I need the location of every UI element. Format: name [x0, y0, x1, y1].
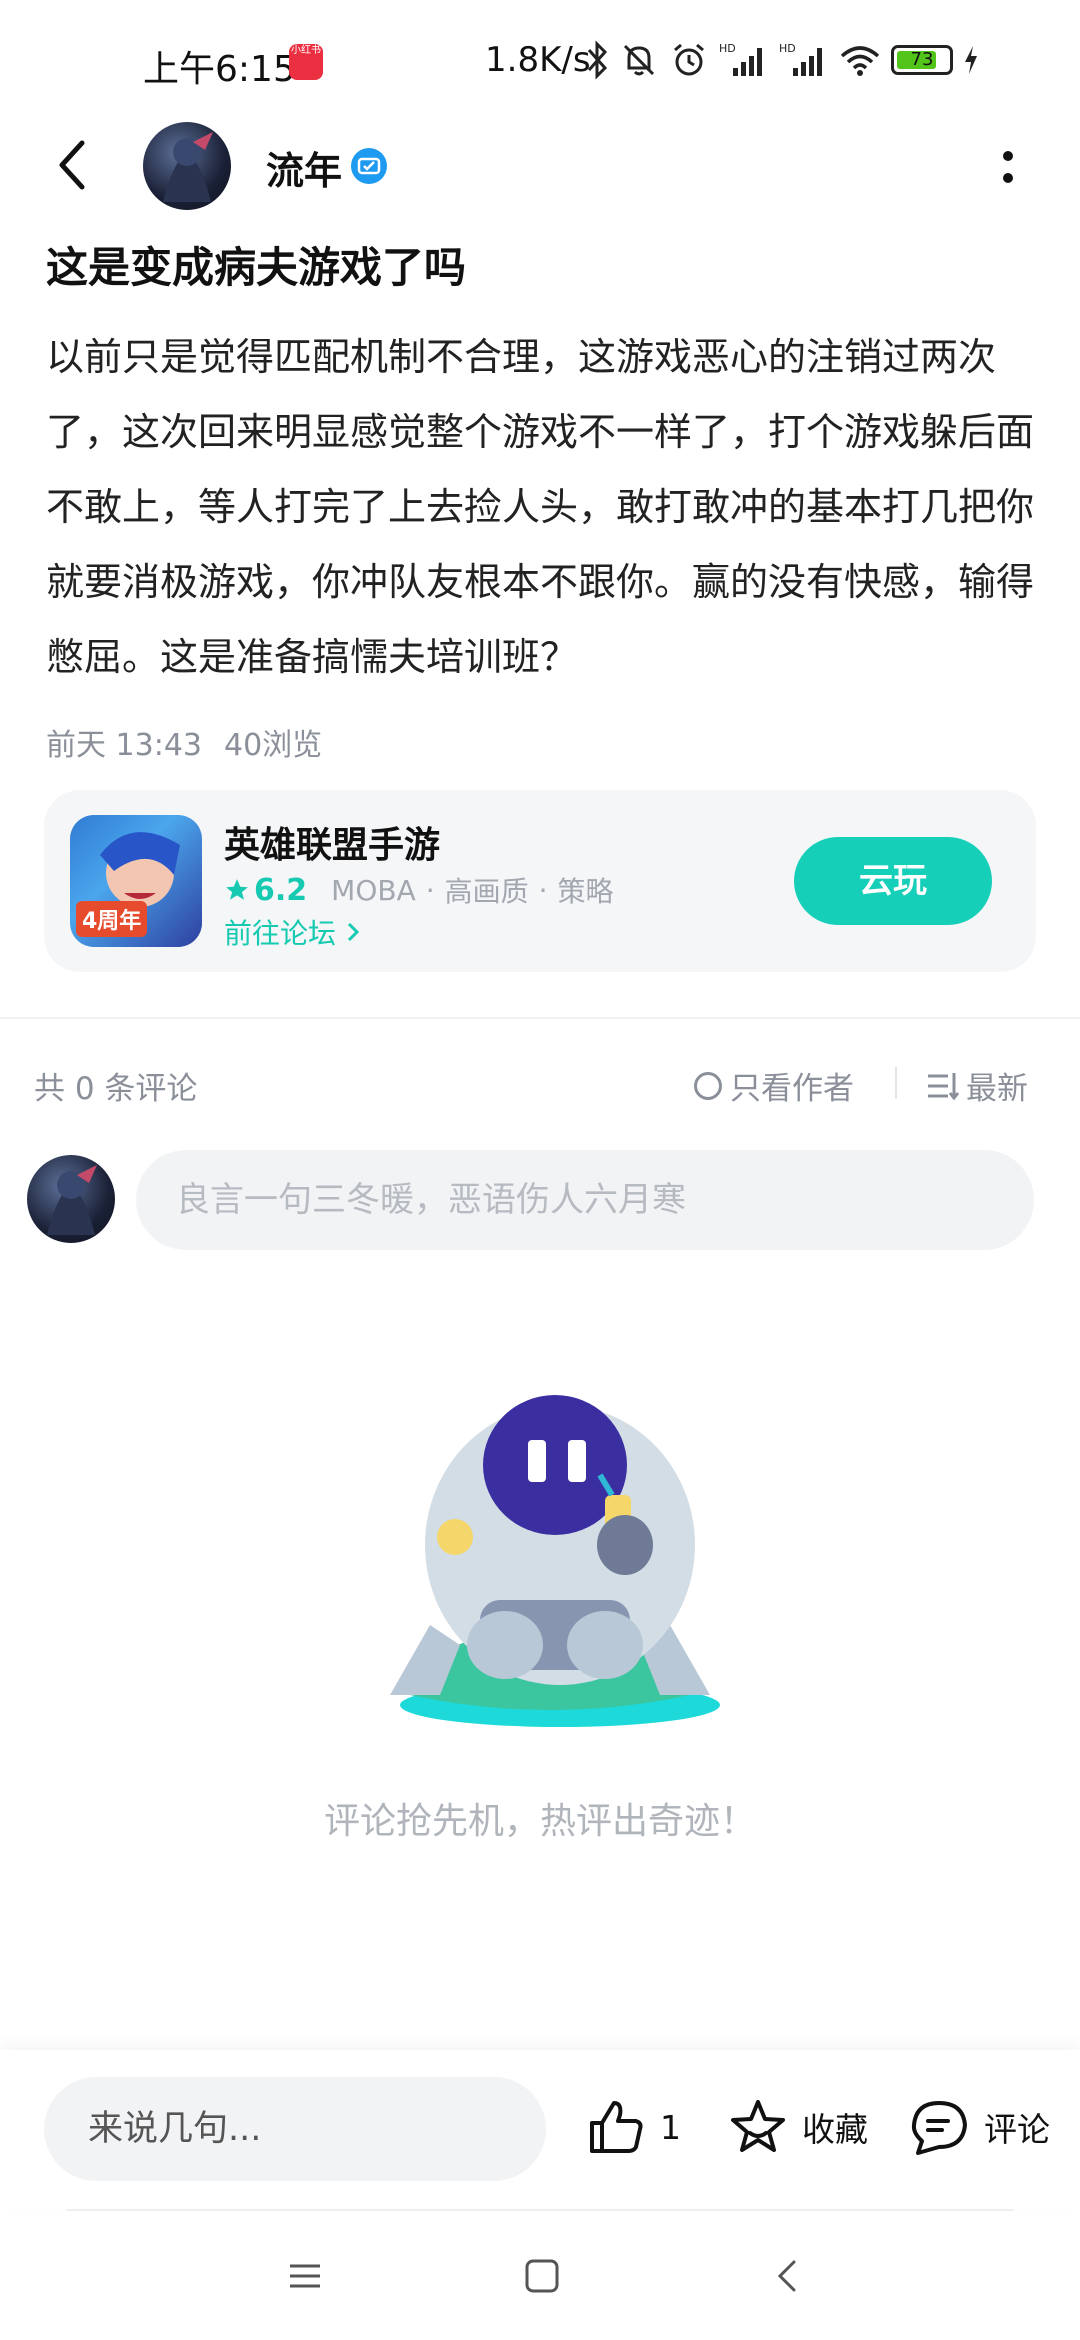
svg-text:HD: HD — [779, 42, 796, 55]
battery-icon: 73 — [891, 45, 953, 75]
system-back-icon[interactable] — [770, 2258, 806, 2294]
post-meta: 前天 13:43 40浏览 — [46, 720, 344, 764]
forum-link-label: 前往论坛 — [224, 917, 337, 950]
battery-level: 73 — [910, 49, 934, 70]
post-title: 这是变成病夫游戏了吗 — [46, 243, 467, 292]
bluetooth-icon — [587, 40, 608, 80]
tag-separator: · — [538, 873, 548, 907]
game-info: 6.2 MOBA · 高画质 · 策略 — [224, 870, 614, 910]
star-icon — [226, 879, 248, 900]
game-rating: 6.2 — [254, 872, 308, 908]
signal-hd-icon-2: HD — [779, 42, 822, 76]
mute-bell-icon — [623, 44, 655, 76]
game-anniversary-badge: 4周年 — [76, 901, 148, 937]
forum-link[interactable]: 前往论坛 — [224, 912, 361, 952]
post-views: 40浏览 — [224, 728, 323, 763]
charging-icon — [965, 46, 977, 74]
favorite-button[interactable]: 收藏 — [728, 2095, 868, 2159]
sort-button[interactable]: 最新 — [926, 1063, 1028, 1108]
empty-comments-text: 评论抢先机，热评出奇迹！ — [323, 1801, 756, 1842]
star-outline-icon — [731, 2100, 785, 2152]
network-speed: 1.8K/s — [485, 40, 591, 80]
signal-hd-icon: HD — [719, 42, 762, 76]
status-bar: 上午6:15 小红书 1.8K/s HD HD 73 — [0, 0, 1080, 125]
svg-text:HD: HD — [719, 42, 736, 55]
status-time: 上午6:15 — [143, 49, 296, 90]
comment-button[interactable]: 评论 — [908, 2095, 1050, 2159]
author-avatar[interactable] — [143, 122, 231, 210]
author-name[interactable]: 流年 — [266, 140, 342, 195]
favorite-label: 收藏 — [802, 2110, 868, 2149]
sort-icon — [928, 1072, 960, 1100]
verified-badge-icon — [351, 148, 387, 184]
alarm-icon — [674, 43, 704, 76]
post-body: 以前只是觉得匹配机制不合理，这游戏恶心的注销过两次了，这次回来明显感觉整个游戏不… — [46, 335, 1035, 679]
comment-bubble-icon — [911, 2101, 967, 2155]
game-card[interactable]: 4周年 英雄联盟手游 6.2 MOBA · 高画质 · 策略 前往论坛 云玩 — [44, 790, 1036, 972]
like-count: 1 — [660, 2107, 681, 2147]
cloud-play-button[interactable]: 云玩 — [794, 837, 992, 925]
home-icon[interactable] — [524, 2258, 560, 2294]
game-name[interactable]: 英雄联盟手游 — [224, 816, 440, 868]
thumbs-up-icon — [590, 2101, 643, 2153]
chevron-right-icon — [347, 922, 360, 942]
only-author-label: 只看作者 — [730, 1071, 854, 1107]
wifi-icon — [840, 46, 880, 76]
post-date: 前天 13:43 — [46, 728, 202, 763]
comment-input[interactable]: 良言一句三冬暖，恶语伤人六月寒 — [136, 1150, 1034, 1250]
more-options-icon[interactable] — [995, 148, 1021, 188]
xiaohongshu-app-icon: 小红书 — [289, 44, 323, 80]
game-tag: MOBA — [331, 873, 416, 907]
sort-label: 最新 — [966, 1071, 1028, 1107]
empty-robot-illustration — [390, 1395, 720, 1727]
radio-circle-icon — [694, 1071, 722, 1100]
comment-count: 共 0 条评论 — [34, 1071, 198, 1107]
back-button[interactable] — [50, 135, 96, 195]
bottom-divider — [66, 2209, 1014, 2211]
user-avatar — [27, 1155, 115, 1243]
game-tag: 高画质 — [444, 875, 529, 908]
section-divider — [0, 1017, 1080, 1019]
recent-apps-icon[interactable] — [287, 2258, 323, 2294]
like-button[interactable]: 1 — [586, 2095, 681, 2159]
only-author-toggle[interactable]: 只看作者 — [694, 1063, 854, 1108]
vertical-separator — [895, 1067, 897, 1099]
status-icons: HD HD 73 — [585, 38, 979, 82]
game-icon[interactable]: 4周年 — [70, 815, 202, 947]
quick-comment-input[interactable]: 来说几句... — [44, 2077, 546, 2181]
comment-label: 评论 — [984, 2110, 1050, 2149]
game-tag: 策略 — [557, 875, 614, 908]
tag-separator: · — [425, 873, 435, 907]
